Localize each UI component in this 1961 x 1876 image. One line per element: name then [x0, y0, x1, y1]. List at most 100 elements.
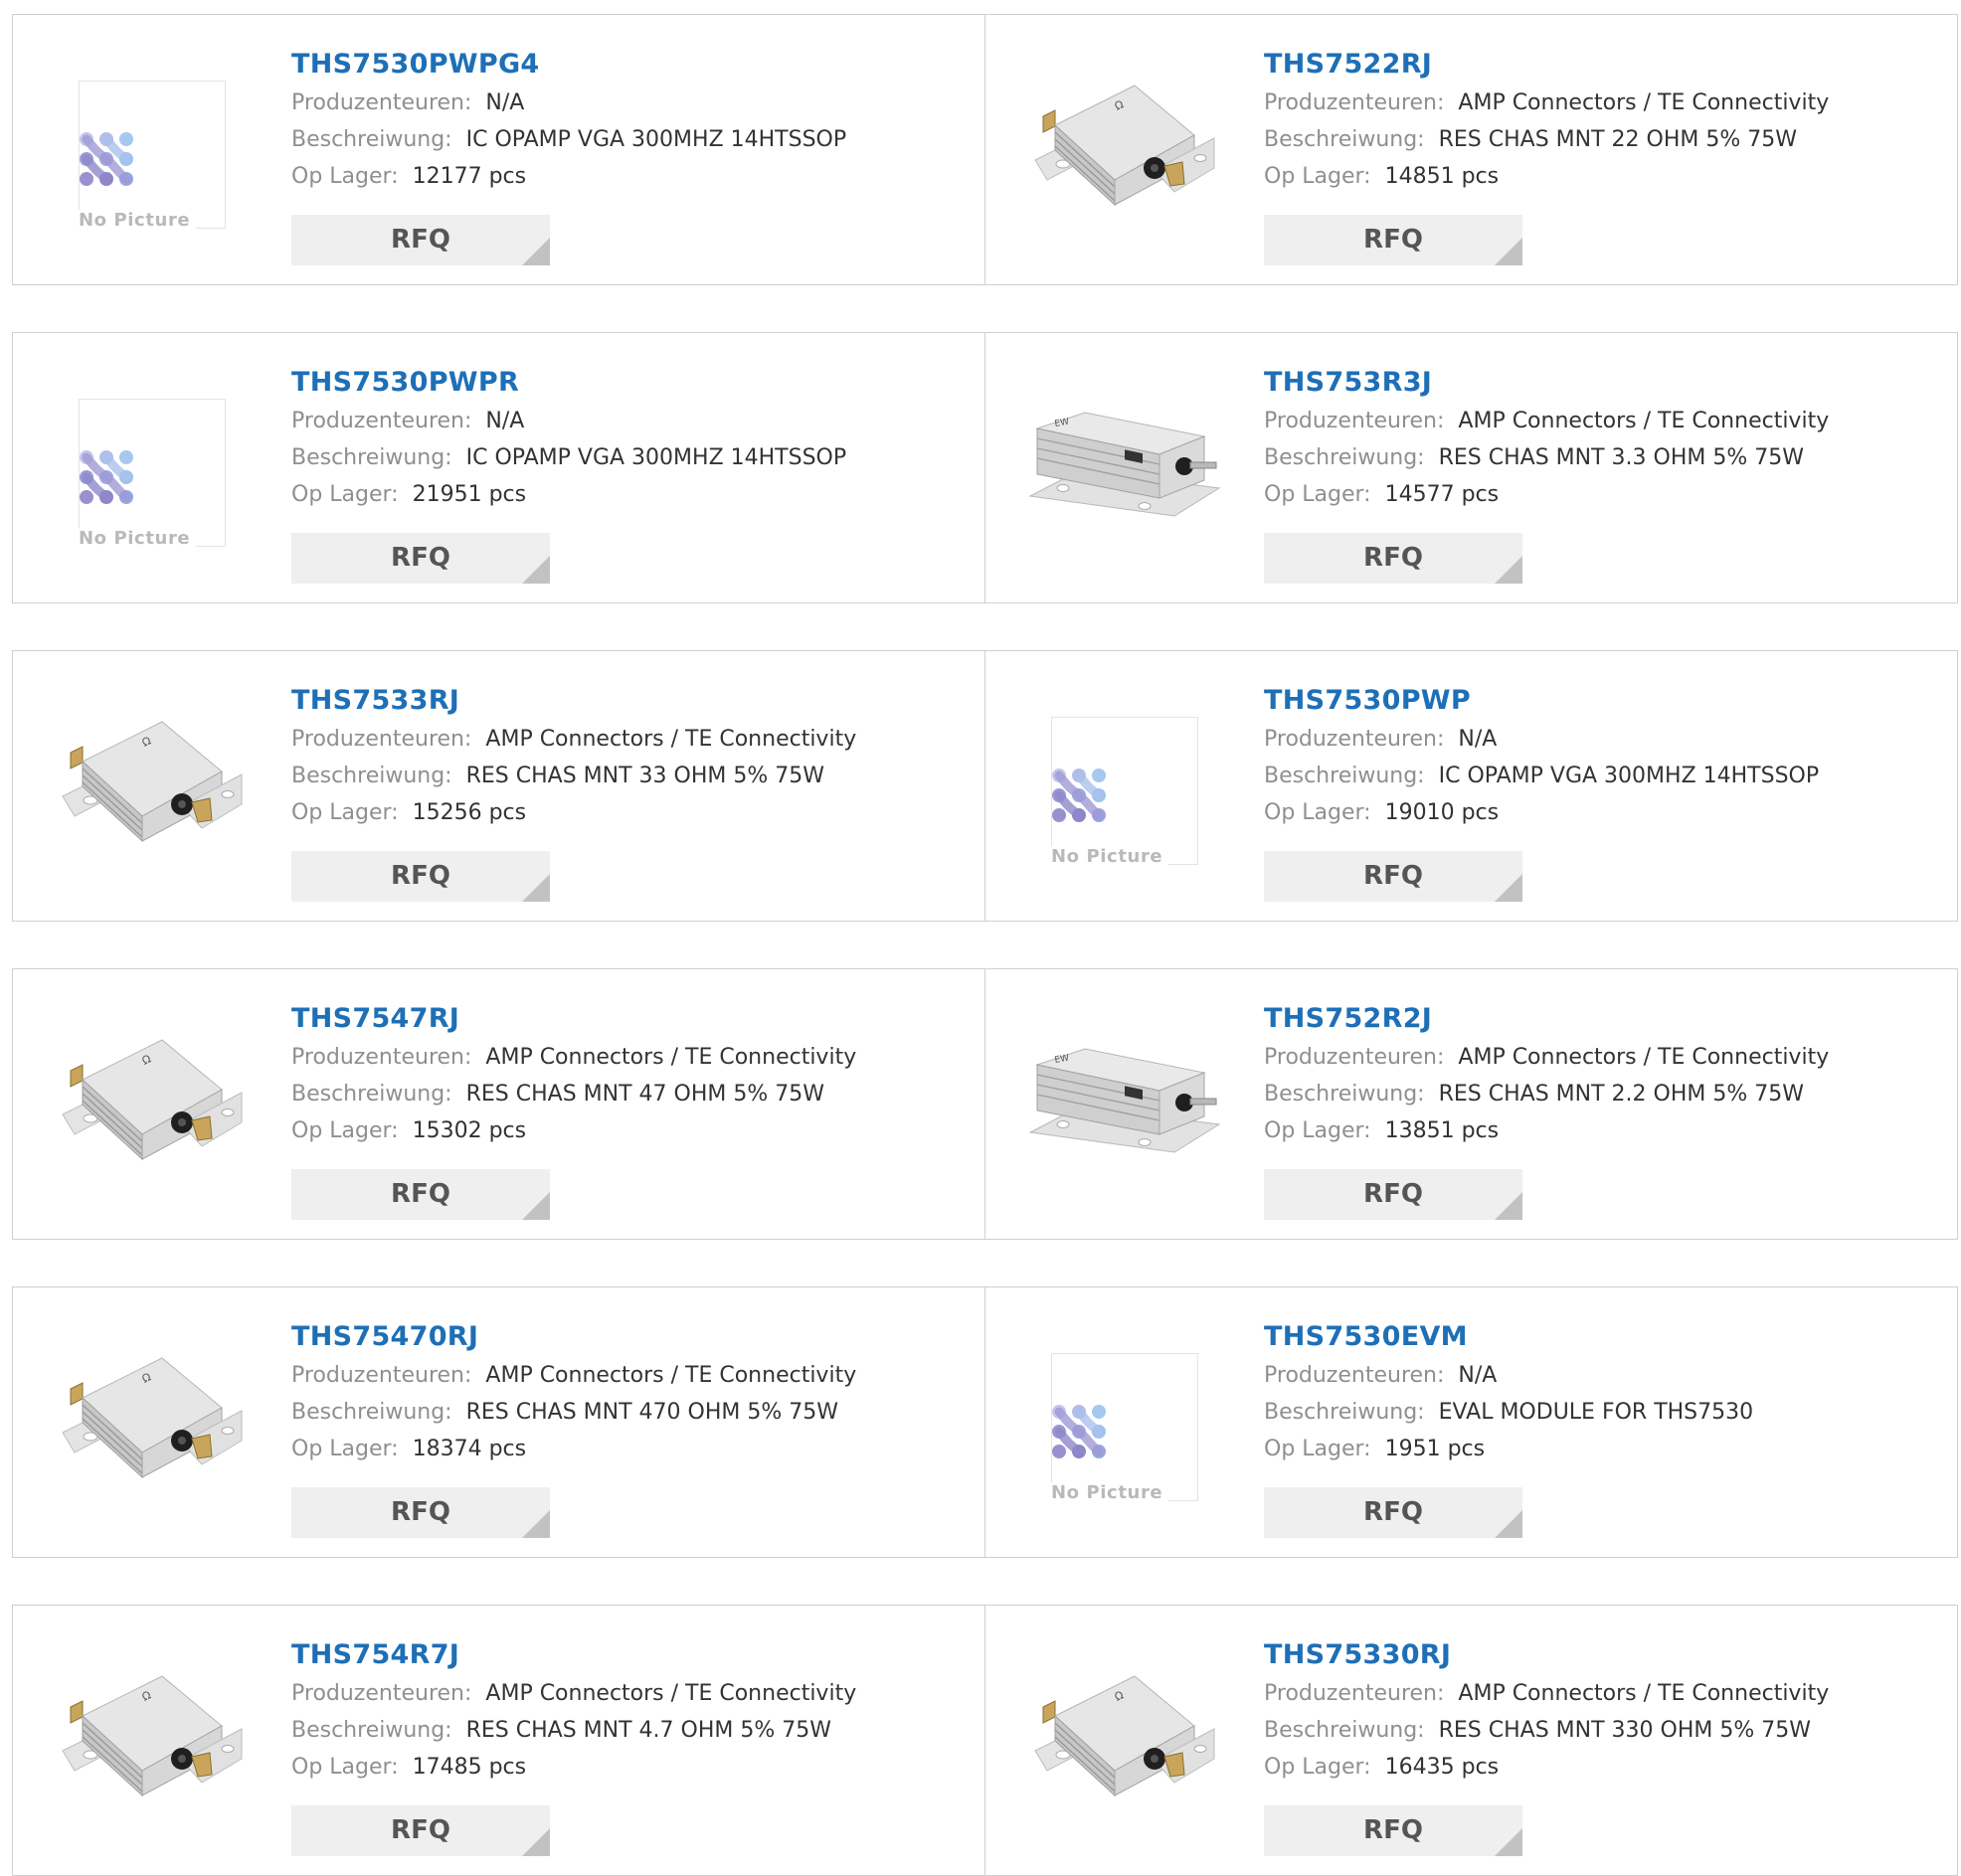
stock-value: 14851 pcs: [1384, 164, 1500, 189]
product-title-link[interactable]: THS7530PWPR: [291, 363, 846, 403]
description-line: Beschreiwung: RES CHAS MNT 330 OHM 5% 75W: [1264, 1712, 1829, 1749]
manufacturer-line: Produzenteuren: AMP Connectors / TE Conne…: [291, 1675, 856, 1712]
product-row: Ω THS754R7J Produzenteuren: AMP Connector…: [12, 1605, 1958, 1876]
product-title-link[interactable]: THS75470RJ: [291, 1317, 856, 1357]
stock-value: 13851 pcs: [1384, 1118, 1500, 1143]
description-value: IC OPAMP VGA 300MHZ 14HTSSOP: [465, 445, 847, 470]
description-line: Beschreiwung: RES CHAS MNT 33 OHM 5% 75W: [291, 758, 856, 794]
description-line: Beschreiwung: RES CHAS MNT 47 OHM 5% 75W: [291, 1076, 856, 1112]
rfq-corner-decoration: [1495, 238, 1522, 265]
no-picture-text: No Picture: [79, 528, 197, 549]
manufacturer-line: Produzenteuren: N/A: [1264, 1357, 1753, 1394]
description-label: Beschreiwung:: [1264, 1400, 1425, 1425]
rfq-corner-decoration: [1495, 1510, 1522, 1538]
manufacturer-value: AMP Connectors / TE Connectivity: [1458, 1681, 1830, 1706]
rfq-corner-decoration: [1495, 874, 1522, 902]
description-line: Beschreiwung: IC OPAMP VGA 300MHZ 14HTSSO…: [291, 439, 846, 476]
product-title-link[interactable]: THS7547RJ: [291, 999, 856, 1039]
product-info: THS752R2J Produzenteuren: AMP Connectors …: [1264, 999, 1829, 1149]
rfq-button[interactable]: RFQ: [1264, 1169, 1522, 1220]
stock-label: Op Lager:: [291, 164, 399, 189]
manufacturer-line: Produzenteuren: AMP Connectors / TE Conne…: [1264, 1039, 1829, 1076]
rfq-corner-decoration: [522, 238, 550, 265]
product-title-link[interactable]: THS753R3J: [1264, 363, 1829, 403]
description-line: Beschreiwung: RES CHAS MNT 3.3 OHM 5% 75W: [1264, 439, 1829, 476]
no-picture-placeholder: No Picture: [79, 399, 226, 549]
product-card: No Picture THS7530EVM Produzenteuren: N/A…: [984, 1286, 1958, 1558]
rfq-button[interactable]: RFQ: [1264, 1805, 1522, 1856]
manufacturer-value: AMP Connectors / TE Connectivity: [485, 1681, 857, 1706]
manufacturer-label: Produzenteuren:: [1264, 1363, 1445, 1388]
stock-label: Op Lager:: [291, 482, 399, 507]
rfq-corner-decoration: [522, 1510, 550, 1538]
rfq-button[interactable]: RFQ: [291, 1487, 550, 1538]
description-value: RES CHAS MNT 2.2 OHM 5% 75W: [1438, 1082, 1804, 1107]
manufacturer-label: Produzenteuren:: [291, 727, 472, 752]
product-title-link[interactable]: THS7522RJ: [1264, 45, 1829, 85]
manufacturer-label: Produzenteuren:: [291, 1363, 472, 1388]
stock-value: 17485 pcs: [412, 1755, 527, 1780]
rfq-button[interactable]: RFQ: [1264, 215, 1522, 265]
manufacturer-label: Produzenteuren:: [1264, 90, 1445, 115]
stock-label: Op Lager:: [1264, 164, 1371, 189]
stock-label: Op Lager:: [1264, 1118, 1371, 1143]
manufacturer-value: AMP Connectors / TE Connectivity: [485, 727, 857, 752]
stock-label: Op Lager:: [1264, 1437, 1371, 1461]
stock-value: 16435 pcs: [1384, 1755, 1500, 1780]
manufacturer-line: Produzenteuren: N/A: [291, 85, 846, 121]
product-title-link[interactable]: THS752R2J: [1264, 999, 1829, 1039]
rfq-label: RFQ: [391, 543, 450, 573]
product-card: No Picture THS7530PWPG4 Produzenteuren: N…: [12, 14, 984, 285]
rfq-corner-decoration: [522, 556, 550, 584]
description-label: Beschreiwung:: [291, 445, 452, 470]
product-row: Ω THS7533RJ Produzenteuren: AMP Connector…: [12, 650, 1958, 922]
description-value: IC OPAMP VGA 300MHZ 14HTSSOP: [1438, 764, 1820, 788]
no-picture-text: No Picture: [1051, 1482, 1169, 1503]
stock-value: 15256 pcs: [412, 800, 527, 825]
rfq-button[interactable]: RFQ: [1264, 533, 1522, 584]
manufacturer-value: N/A: [1458, 727, 1498, 752]
manufacturer-line: Produzenteuren: AMP Connectors / TE Conne…: [1264, 1675, 1829, 1712]
stock-value: 21951 pcs: [412, 482, 527, 507]
product-title-link[interactable]: THS7530PWPG4: [291, 45, 846, 85]
stock-line: Op Lager: 18374 pcs: [291, 1431, 856, 1467]
description-label: Beschreiwung:: [291, 1082, 452, 1107]
product-title-link[interactable]: THS7530EVM: [1264, 1317, 1753, 1357]
resistor-product-image: Ω: [1034, 85, 1215, 207]
stock-label: Op Lager:: [291, 1755, 399, 1780]
product-title-link[interactable]: THS75330RJ: [1264, 1635, 1829, 1675]
no-picture-text: No Picture: [79, 210, 197, 231]
rfq-button[interactable]: RFQ: [1264, 1487, 1522, 1538]
rfq-button[interactable]: RFQ: [291, 851, 550, 902]
product-title-link[interactable]: THS7533RJ: [291, 681, 856, 721]
stock-line: Op Lager: 19010 pcs: [1264, 794, 1819, 831]
rfq-button[interactable]: RFQ: [291, 1169, 550, 1220]
description-label: Beschreiwung:: [1264, 1718, 1425, 1743]
no-picture-placeholder: No Picture: [79, 81, 226, 231]
product-title-link[interactable]: THS7530PWP: [1264, 681, 1819, 721]
stock-value: 18374 pcs: [412, 1437, 527, 1461]
manufacturer-label: Produzenteuren:: [291, 409, 472, 433]
rfq-button[interactable]: RFQ: [291, 533, 550, 584]
description-value: RES CHAS MNT 33 OHM 5% 75W: [465, 764, 824, 788]
product-info: THS753R3J Produzenteuren: AMP Connectors …: [1264, 363, 1829, 513]
manufacturer-label: Produzenteuren:: [1264, 409, 1445, 433]
rfq-button[interactable]: RFQ: [1264, 851, 1522, 902]
no-picture-logo-icon: [1052, 1405, 1106, 1458]
stock-line: Op Lager: 15302 pcs: [291, 1112, 856, 1149]
rfq-button[interactable]: RFQ: [291, 215, 550, 265]
stock-line: Op Lager: 12177 pcs: [291, 158, 846, 195]
description-line: Beschreiwung: RES CHAS MNT 2.2 OHM 5% 75W: [1264, 1076, 1829, 1112]
rfq-button[interactable]: RFQ: [291, 1805, 550, 1856]
product-title-link[interactable]: THS754R7J: [291, 1635, 856, 1675]
description-value: EVAL MODULE FOR THS7530: [1438, 1400, 1754, 1425]
product-card: No Picture THS7530PWP Produzenteuren: N/A…: [984, 650, 1958, 922]
product-card: Ω THS7522RJ Produzenteuren: AMP Connector…: [984, 14, 1958, 285]
resistor-product-image: Ω: [62, 1357, 243, 1479]
stock-label: Op Lager:: [291, 1437, 399, 1461]
product-card: Ω THS754R7J Produzenteuren: AMP Connector…: [12, 1605, 984, 1876]
product-card: Ω THS75330RJ Produzenteuren: AMP Connecto…: [984, 1605, 1958, 1876]
rfq-label: RFQ: [391, 1179, 450, 1209]
product-info: THS7547RJ Produzenteuren: AMP Connectors …: [291, 999, 856, 1149]
resistor-product-image: Ω: [62, 721, 243, 843]
